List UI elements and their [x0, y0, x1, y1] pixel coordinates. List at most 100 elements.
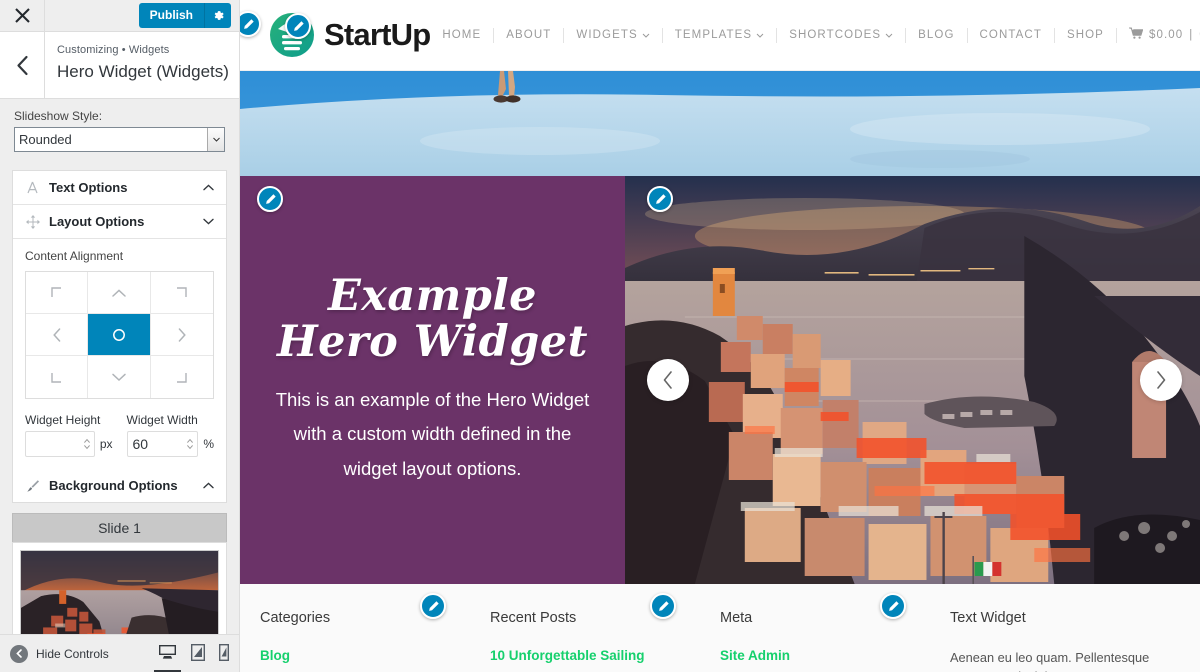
footer-widget-title: Text Widget [950, 610, 1026, 626]
edit-pin-categories-icon[interactable] [420, 593, 446, 619]
layout-options-header[interactable]: Layout Options [13, 205, 226, 239]
widget-height-row: px [25, 431, 113, 457]
align-bottom-left-button[interactable] [26, 356, 89, 398]
chevron-up-icon [203, 482, 214, 489]
align-middle-right-button[interactable] [150, 314, 213, 356]
options-accordion: Text Options Layout Options Content Alig… [12, 170, 227, 503]
footer-widget-recent-posts: Recent Posts 10 Unforgettable Sailing [490, 593, 720, 672]
align-middle-center-button[interactable] [88, 314, 151, 356]
close-icon[interactable] [0, 0, 45, 31]
edit-pin-meta-icon[interactable] [880, 593, 906, 619]
customizer-screen: Publish Customizing • Widgets Hero Widge… [0, 0, 1200, 672]
nav-item-shop[interactable]: SHOP [1053, 27, 1116, 43]
footer-widget-link[interactable]: 10 Unforgettable Sailing [490, 648, 702, 663]
layout-options-label: Layout Options [49, 214, 145, 229]
chevron-down-icon [756, 28, 764, 43]
align-bottom-center-button[interactable] [88, 356, 151, 398]
cart-icon [1128, 26, 1144, 44]
slide-1-title[interactable]: Slide 1 [12, 513, 227, 542]
edit-pin-recent-posts-icon[interactable] [650, 593, 676, 619]
chevron-down-icon [203, 218, 214, 225]
text-format-icon [25, 181, 40, 194]
footer-widget-text-body: Aenean eu leo quam. Pellentesque ornare … [950, 650, 1150, 672]
publish-button[interactable]: Publish [138, 3, 204, 28]
nav-item-about[interactable]: ABOUT [493, 27, 563, 43]
chevron-down-icon [885, 28, 893, 43]
chevron-up-icon [203, 184, 214, 191]
mobile-icon[interactable] [219, 644, 229, 663]
footer-widget-area: Categories Blog Recent Posts 10 Unforget… [240, 584, 1200, 672]
primary-nav: HOME ABOUT WIDGETS TEMPLATES SHORTCODES … [430, 26, 1200, 44]
text-options-label: Text Options [49, 180, 128, 195]
hide-controls-label: Hide Controls [36, 646, 109, 661]
widget-width-label: Widget Width [126, 413, 198, 427]
widget-height-input[interactable] [25, 431, 95, 457]
nav-item-templates[interactable]: TEMPLATES [661, 27, 776, 43]
collapse-icon [10, 644, 28, 663]
brand-name: StartUp [324, 17, 431, 52]
edit-pin-hero-icon[interactable] [257, 186, 283, 212]
chevron-down-icon [642, 28, 650, 43]
widget-height-label: Widget Height [25, 413, 101, 427]
nav-item-widgets[interactable]: WIDGETS [563, 27, 661, 43]
widget-width-input[interactable] [126, 431, 199, 457]
page-title: Hero Widget (Widgets) [57, 62, 229, 81]
customizer-sidebar: Publish Customizing • Widgets Hero Widge… [0, 0, 240, 672]
nav-item-home[interactable]: HOME [430, 28, 493, 43]
nav-label: SHORTCODES [789, 28, 882, 41]
slideshow-style-select[interactable]: Rounded [14, 127, 225, 152]
nav-label: CONTACT [979, 28, 1042, 41]
text-options-header[interactable]: Text Options [13, 171, 226, 205]
nav-label: TEMPLATES [674, 28, 753, 41]
background-options-label: Background Options [49, 478, 178, 493]
slider-prev-button[interactable] [647, 359, 689, 401]
back-icon[interactable] [0, 32, 45, 98]
site-preview: StartUp HOME ABOUT WIDGETS TEMPLATES SHO… [240, 0, 1200, 672]
slideshow-style-label: Slideshow Style: [14, 109, 103, 123]
nav-item-shortcodes[interactable]: SHORTCODES [776, 27, 905, 43]
gear-icon[interactable] [204, 3, 231, 28]
brush-icon [25, 479, 40, 493]
slide-1-card: Slide 1 [12, 513, 227, 634]
footer-widget-meta: Meta Site Admin [720, 593, 950, 672]
panel-titles: Customizing • Widgets Hero Widget (Widge… [45, 32, 229, 98]
align-top-right-button[interactable] [150, 272, 213, 314]
customizer-footer: Hide Controls [0, 634, 239, 672]
align-middle-left-button[interactable] [26, 314, 89, 356]
widget-height-input-wrap [25, 431, 95, 457]
footer-widget-link[interactable]: Site Admin [720, 648, 932, 663]
publish-group: Publish [138, 0, 239, 31]
nav-item-blog[interactable]: BLOG [905, 27, 966, 43]
cart-separator: | [1189, 28, 1194, 41]
widget-width-row: % [126, 431, 214, 457]
slider-next-button[interactable] [1140, 359, 1182, 401]
footer-widget-categories: Categories Blog [260, 593, 490, 672]
customizer-controls: Slideshow Style: Rounded Text Options La… [0, 99, 239, 634]
customizer-topbar: Publish [0, 0, 239, 32]
hero-subtitle: This is an example of the Hero Widget wi… [275, 389, 590, 479]
cart-amount: $0.00 [1148, 28, 1184, 41]
hero-slideshow [625, 176, 1200, 584]
background-options-header[interactable]: Background Options [13, 469, 226, 502]
align-top-center-button[interactable] [88, 272, 151, 314]
widget-height-unit: px [99, 437, 113, 451]
cart-link[interactable]: $0.00 | 0 [1115, 26, 1200, 44]
align-bottom-right-button[interactable] [150, 356, 213, 398]
align-top-left-button[interactable] [26, 272, 89, 314]
slide-1-body [12, 542, 227, 634]
desktop-icon[interactable] [154, 644, 181, 672]
slide-1-thumbnail[interactable] [20, 550, 219, 634]
move-arrows-icon [25, 214, 40, 229]
nav-item-contact[interactable]: CONTACT [966, 27, 1054, 43]
nav-label: ABOUT [506, 28, 552, 41]
edit-pin-logo-icon[interactable] [285, 13, 311, 39]
hero-text-panel: Example Hero Widget This is an example o… [240, 176, 625, 584]
content-alignment-grid [25, 271, 214, 399]
widget-width-control: Widget Width % [126, 413, 214, 457]
tablet-icon[interactable] [191, 644, 205, 663]
site-header: StartUp HOME ABOUT WIDGETS TEMPLATES SHO… [240, 0, 1200, 71]
edit-pin-slideshow-icon[interactable] [647, 186, 673, 212]
hide-controls-button[interactable]: Hide Controls [10, 644, 109, 663]
footer-widget-link[interactable]: Blog [260, 648, 472, 663]
